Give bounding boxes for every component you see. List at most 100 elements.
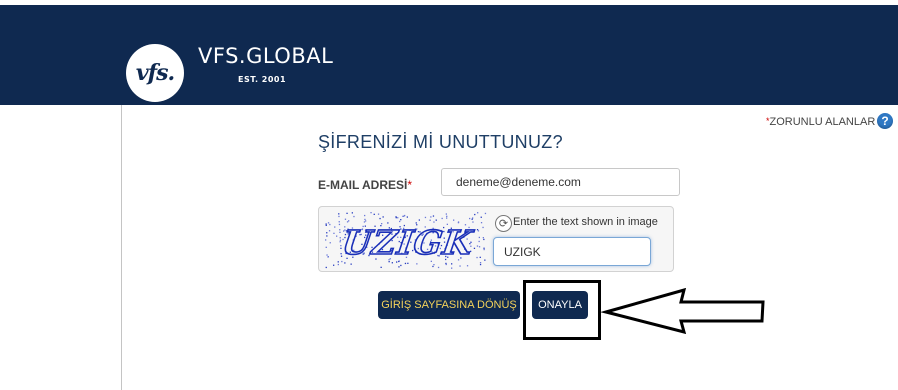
- captcha-noise-dot: [348, 220, 350, 222]
- captcha-image: UZIGK: [325, 212, 487, 269]
- captcha-noise-dot: [476, 256, 478, 259]
- captcha-noise-dot: [337, 261, 339, 263]
- captcha-noise-dot: [482, 226, 484, 229]
- captcha-noise-dot: [477, 230, 480, 232]
- captcha-noise-dot: [328, 230, 331, 232]
- captcha-noise-dot: [477, 212, 479, 214]
- captcha-noise-dot: [365, 220, 367, 222]
- logo-text: vfs.: [135, 60, 175, 86]
- captcha-noise-dot: [459, 265, 461, 267]
- page-title: ŞİFRENİZİ Mİ UNUTTUNUZ?: [318, 132, 563, 152]
- captcha-noise-dot: [350, 263, 352, 265]
- captcha-noise-dot: [370, 212, 372, 214]
- captcha-noise-dot: [351, 212, 353, 214]
- captcha-noise-dot: [338, 215, 340, 218]
- captcha-noise-dot: [406, 216, 408, 218]
- captcha-noise-dot: [333, 264, 335, 266]
- captcha-noise-dot: [480, 222, 483, 224]
- captcha-noise-dot: [478, 236, 480, 239]
- highlight-box: [523, 280, 601, 340]
- captcha-noise-dot: [453, 219, 455, 221]
- brand-tagline: EST. 2001: [238, 75, 287, 84]
- captcha-noise-dot: [353, 215, 355, 218]
- captcha-noise-dot: [437, 266, 440, 269]
- captcha-noise-dot: [484, 259, 486, 261]
- captcha-noise-dot: [471, 218, 473, 220]
- refresh-icon[interactable]: ⟳: [495, 215, 512, 232]
- captcha-noise-dot: [338, 213, 340, 215]
- captcha-noise-dot: [380, 266, 382, 268]
- captcha-noise-dot: [446, 215, 448, 217]
- captcha-noise-dot: [325, 223, 327, 225]
- content-left-border: [121, 105, 122, 390]
- arrow-shape: [600, 288, 765, 334]
- captcha-noise-dot: [329, 242, 331, 244]
- captcha-noise-dot: [424, 216, 427, 219]
- captcha-noise-dot: [400, 219, 402, 221]
- captcha-noise-dot: [479, 256, 481, 258]
- captcha-noise-dot: [326, 235, 328, 237]
- captcha-noise-dot: [451, 263, 453, 265]
- captcha-noise-dot: [325, 224, 327, 226]
- captcha-noise-dot: [474, 213, 476, 216]
- captcha-noise-dot: [325, 246, 327, 248]
- captcha-noise-dot: [478, 246, 481, 248]
- captcha-noise-dot: [432, 265, 434, 268]
- captcha-noise-dot: [451, 267, 453, 269]
- captcha-noise-dot: [327, 222, 330, 224]
- vfs-logo[interactable]: vfs.: [126, 44, 184, 102]
- captcha-hint: Enter the text shown in image: [513, 216, 658, 228]
- captcha-noise-dot: [400, 264, 402, 267]
- required-fields-note: *ZORUNLU ALANLAR: [766, 116, 875, 128]
- captcha-noise-dot: [433, 264, 435, 266]
- email-input[interactable]: [441, 168, 680, 196]
- captcha-noise-dot: [404, 262, 407, 265]
- captcha-noise-dot: [344, 218, 347, 220]
- captcha-text: UZIGK: [340, 223, 476, 262]
- captcha-noise-dot: [373, 213, 375, 215]
- captcha-noise-dot: [339, 231, 341, 233]
- captcha-noise-dot: [469, 217, 471, 220]
- captcha-noise-dot: [339, 241, 341, 243]
- required-fields-text: ZORUNLU ALANLAR: [769, 116, 876, 128]
- captcha-noise-dot: [325, 266, 327, 269]
- email-label: E-MAIL ADRESİ*: [318, 178, 412, 192]
- captcha-noise-dot: [326, 232, 328, 234]
- captcha-noise-dot: [346, 212, 348, 214]
- captcha-noise-dot: [432, 215, 435, 217]
- captcha-noise-dot: [364, 214, 366, 217]
- captcha-noise-dot: [476, 245, 479, 247]
- captcha-noise-dot: [382, 216, 384, 218]
- email-required-star: *: [407, 178, 413, 192]
- captcha-noise-dot: [326, 254, 328, 256]
- captcha-noise-dot: [395, 216, 397, 218]
- captcha-noise-dot: [344, 262, 346, 264]
- captcha-noise-dot: [339, 229, 341, 231]
- captcha-noise-dot: [391, 262, 393, 264]
- captcha-noise-dot: [429, 219, 431, 221]
- captcha-noise-dot: [445, 262, 447, 265]
- captcha-noise-dot: [339, 239, 342, 241]
- captcha-noise-dot: [483, 238, 485, 241]
- help-icon[interactable]: ?: [877, 113, 893, 129]
- captcha-noise-dot: [364, 218, 366, 221]
- captcha-noise-dot: [483, 247, 485, 249]
- captcha-noise-dot: [397, 217, 399, 219]
- captcha-noise-dot: [399, 220, 401, 223]
- captcha-input[interactable]: [493, 237, 651, 266]
- captcha-noise-dot: [482, 237, 484, 239]
- captcha-noise-dot: [473, 247, 476, 249]
- captcha-noise-dot: [407, 262, 409, 264]
- pointer-arrow: [600, 288, 765, 334]
- brand-name: VFS.GLOBAL: [198, 44, 334, 68]
- captcha-noise-dot: [479, 263, 482, 266]
- captcha-noise-dot: [479, 262, 482, 264]
- captcha-noise-dot: [337, 263, 339, 266]
- captcha-noise-dot: [379, 217, 381, 220]
- captcha-noise-dot: [402, 215, 404, 217]
- captcha-noise-dot: [336, 235, 338, 237]
- captcha-noise-dot: [480, 216, 482, 218]
- site-header: vfs. VFS.GLOBAL EST. 2001: [0, 5, 898, 105]
- captcha-noise-dot: [466, 265, 469, 267]
- back-to-login-button[interactable]: GİRİŞ SAYFASINA DÖNÜŞ: [378, 291, 520, 319]
